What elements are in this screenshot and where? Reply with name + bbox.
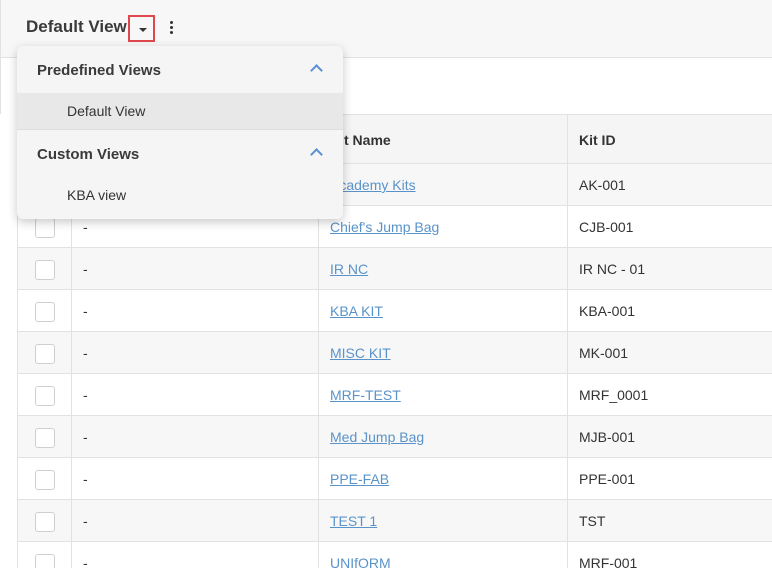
kit-id: PPE-001 [579, 471, 636, 487]
row-checkbox[interactable] [35, 302, 55, 322]
kit-id: IR NC - 01 [579, 261, 646, 277]
row-checkbox[interactable] [35, 554, 55, 568]
table-row: - PPE-FAB PPE-001 [17, 458, 772, 500]
kit-name-link[interactable]: MRF-TEST [330, 387, 401, 403]
view-selector-button[interactable] [128, 15, 155, 42]
table-row: - Med Jump Bag MJB-001 [17, 416, 772, 458]
view-option-label: KBA view [67, 187, 127, 203]
page: Default View Kit Name Kit ID Academy Kit… [0, 0, 772, 568]
kit-id: MJB-001 [579, 429, 636, 445]
row-checkbox[interactable] [35, 512, 55, 532]
kit-name-link[interactable]: Med Jump Bag [330, 429, 424, 445]
kit-id: KBA-001 [579, 303, 636, 319]
row-description: - [83, 345, 88, 361]
kit-id: MRF_0001 [579, 387, 649, 403]
row-checkbox[interactable] [35, 260, 55, 280]
vertical-ellipsis-icon [170, 21, 173, 24]
view-option-default-view[interactable]: Default View [17, 93, 343, 129]
kit-name-link[interactable]: Chief's Jump Bag [330, 219, 439, 235]
table-row: - UNIfORM MRF-001 [17, 542, 772, 568]
table-row: - MRF-TEST MRF_0001 [17, 374, 772, 416]
kit-name-link[interactable]: KBA KIT [330, 303, 383, 319]
table-row: - IR NC IR NC - 01 [17, 248, 772, 290]
row-checkbox[interactable] [35, 344, 55, 364]
section-predefined-views[interactable]: Predefined Views [17, 46, 343, 93]
kit-name-link[interactable]: MISC KIT [330, 345, 391, 361]
view-dropdown-menu: Predefined Views Default View Custom Vie… [17, 46, 343, 219]
row-description: - [83, 219, 88, 235]
kit-name-link[interactable]: UNIfORM [330, 555, 391, 568]
kit-id: MRF-001 [579, 555, 638, 568]
row-description: - [83, 387, 88, 403]
table-row: - TEST 1 TST [17, 500, 772, 542]
caret-down-icon [139, 28, 147, 32]
section-custom-views[interactable]: Custom Views [17, 130, 343, 177]
row-description: - [83, 471, 88, 487]
row-checkbox[interactable] [35, 218, 55, 238]
table-row: - KBA KIT KBA-001 [17, 290, 772, 332]
kit-id: TST [579, 513, 606, 529]
section-label: Predefined Views [37, 62, 161, 79]
row-description: - [83, 513, 88, 529]
section-label: Custom Views [37, 146, 140, 163]
view-title: Default View [26, 17, 127, 36]
more-options-button[interactable] [165, 18, 179, 38]
kit-name-link[interactable]: PPE-FAB [330, 471, 389, 487]
row-checkbox[interactable] [35, 386, 55, 406]
row-checkbox[interactable] [35, 428, 55, 448]
row-description: - [83, 303, 88, 319]
row-checkbox[interactable] [35, 470, 55, 490]
row-description: - [83, 555, 88, 568]
chevron-up-icon[interactable] [310, 148, 323, 161]
row-description: - [83, 429, 88, 445]
table-row: - MISC KIT MK-001 [17, 332, 772, 374]
kit-name-link[interactable]: TEST 1 [330, 513, 377, 529]
chevron-up-icon[interactable] [310, 64, 323, 77]
kit-name-link[interactable]: IR NC [330, 261, 368, 277]
kit-id: CJB-001 [579, 219, 634, 235]
row-description: - [83, 261, 88, 277]
column-header-kit-id[interactable]: Kit ID [579, 115, 616, 165]
kit-id: MK-001 [579, 345, 629, 361]
view-option-label: Default View [67, 103, 146, 119]
table-body: Academy Kits AK-001- Chief's Jump Bag CJB-0… [17, 164, 772, 568]
view-option-kba-view[interactable]: KBA view [17, 177, 343, 213]
kit-id: AK-001 [579, 177, 626, 193]
